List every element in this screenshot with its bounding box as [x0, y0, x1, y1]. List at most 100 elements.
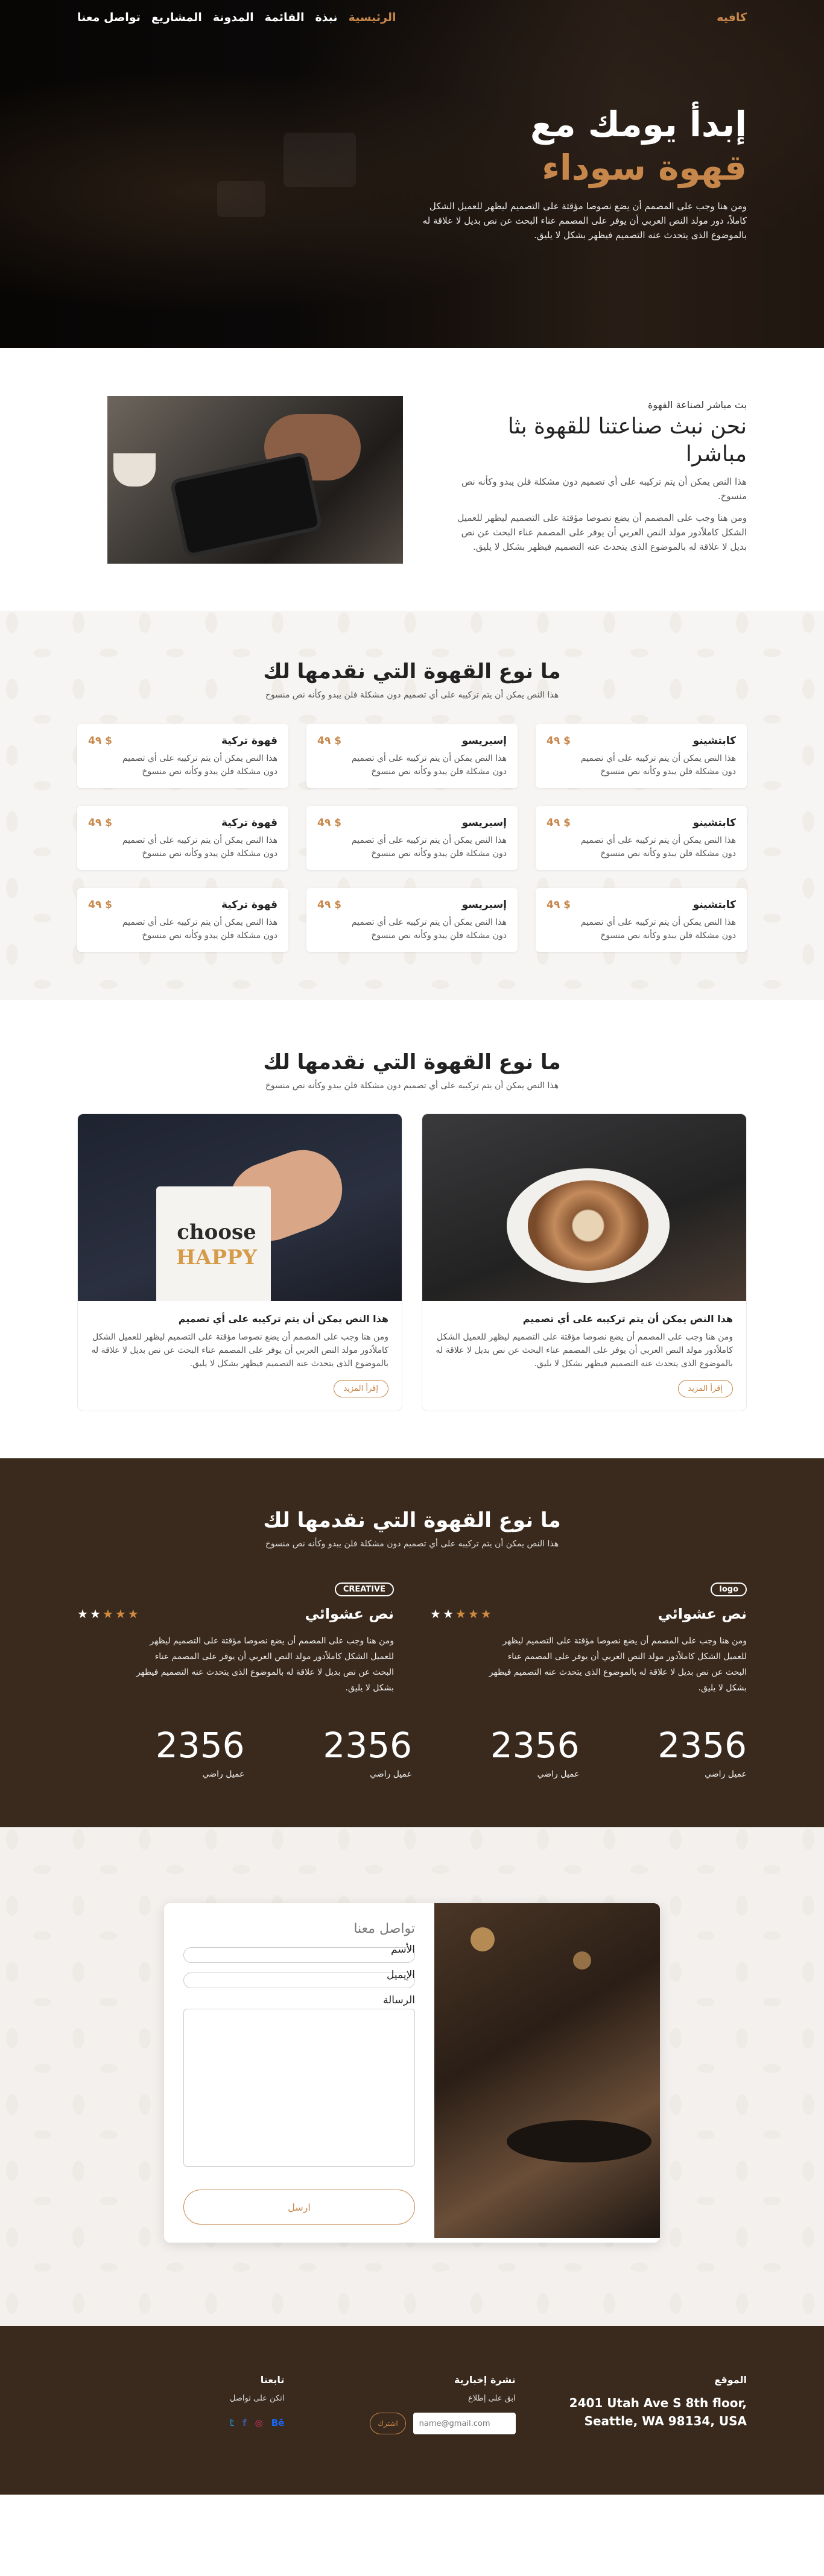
nav-item-projects[interactable]: المشاريع	[151, 11, 202, 24]
table-shape	[507, 2120, 651, 2162]
stat-counter: 2356 عميل راضي	[412, 1726, 580, 1779]
newsletter-text: ابق على إطلاع	[467, 2394, 516, 2403]
star-icon: ★	[442, 1607, 454, 1621]
social-links: 𝕥 f ◎ Bē	[77, 2417, 285, 2428]
footer-location: الموقع 2401 Utah Ave S 8th floor, Seattl…	[540, 2374, 747, 2434]
coffee-price: 4٩ $	[547, 735, 571, 747]
nav-item-about[interactable]: نبذة	[315, 11, 337, 24]
coffee-name: قهوة تركية	[221, 817, 277, 829]
footer-heading: الموقع	[714, 2374, 747, 2385]
message-field[interactable]	[183, 2009, 415, 2167]
coffee-name: قهوة تركية	[221, 735, 277, 747]
coffee-card[interactable]: قهوة تركية 4٩ $ هذا النص يمكن أن يتم تركيب…	[77, 888, 288, 952]
star-icon: ★	[89, 1607, 101, 1621]
nav-item-contact[interactable]: تواصل معنا	[77, 11, 141, 24]
testimonial: CREATIVE نص عشوائي ★ ★ ★ ★ ★ ومن هنا وجب على ال…	[77, 1579, 394, 1696]
twitter-icon[interactable]: 𝕥	[230, 2417, 235, 2428]
client-logo: logo	[711, 1582, 747, 1596]
footer: الموقع 2401 Utah Ave S 8th floor, Seattl…	[0, 2326, 824, 2495]
coffee-description: هذا النص يمكن أن يتم تركيبه على أي تصميم…	[351, 918, 507, 940]
nav-item-blog[interactable]: المدونة	[213, 11, 254, 24]
coffee-card[interactable]: كابتشينو 4٩ $ هذا النص يمكن أن يتم تركيبه …	[536, 806, 747, 870]
about-paragraph: هذا النص يمكن أن يتم تركيبه على أي تصميم…	[461, 476, 747, 502]
stat-label: عميل راضي	[537, 1769, 580, 1779]
section-title: ما نوع القهوة التي نقدمها لك	[263, 660, 561, 684]
coffee-name: إسبريسو	[461, 899, 507, 911]
star-icon: ★	[127, 1607, 139, 1621]
newsletter-email-input[interactable]	[413, 2413, 516, 2434]
send-button[interactable]: ارسل	[183, 2190, 415, 2225]
mug-word: choose	[177, 1220, 256, 1244]
hero-description: ومن هنا وجب على المصمم أن يضع نصوصا مؤقت…	[422, 201, 747, 241]
testimonials-section: ما نوع القهوة التي نقدمها لك هذا النص يم…	[0, 1458, 824, 1827]
footer-newsletter: نشرة إخبارية ابق على إطلاع اشترك	[308, 2374, 516, 2434]
email-label: الإيميل	[387, 1969, 415, 1981]
nav-item-home[interactable]: الرئيسية	[349, 11, 396, 24]
mug-image: choose HAPPY	[78, 1114, 402, 1301]
coffee-types-grid: كابتشينو 4٩ $ هذا النص يمكن أن يتم تركيبه …	[77, 724, 747, 952]
coffee-name: كابتشينو	[692, 817, 736, 829]
hero-section: كافيه الرئيسية نبذة القائمة المدونة المش…	[0, 0, 824, 348]
footer-follow: تابعنا اتكن على تواصل 𝕥 f ◎ Bē	[77, 2374, 285, 2434]
coffee-name: قهوة تركية	[221, 899, 277, 911]
rating-stars: ★ ★ ★ ★ ★	[430, 1607, 492, 1621]
read-more-button[interactable]: إقرأ المزيد	[333, 1380, 388, 1397]
testimonials-grid: logo نص عشوائي ★ ★ ★ ★ ★ ومن هنا وجب على المصمم…	[77, 1579, 747, 1696]
section-subtitle: هذا النص يمكن أن يتم تركيبه على أي تصميم…	[265, 1081, 559, 1091]
coffee-card[interactable]: إسبريسو 4٩ $ هذا النص يمكن أن يتم تركيبه ع…	[306, 724, 518, 788]
coffee-price: 4٩ $	[317, 817, 341, 829]
mug-word-accent: HAPPY	[176, 1245, 257, 1270]
coffee-name: كابتشينو	[692, 899, 736, 911]
blog-section: ما نوع القهوة التي نقدمها لك هذا النص يم…	[0, 1000, 824, 1458]
coffee-card[interactable]: إسبريسو 4٩ $ هذا النص يمكن أن يتم تركيبه ع…	[306, 888, 518, 952]
lamp-light	[573, 1951, 591, 1970]
about-kicker: بث مباشر لصناعة القهوة	[648, 398, 747, 411]
facebook-icon[interactable]: f	[242, 2417, 247, 2428]
section-title: ما نوع القهوة التي نقدمها لك	[263, 1508, 561, 1532]
star-icon: ★	[480, 1607, 492, 1621]
cup-shape	[113, 453, 156, 487]
stat-number: 2356	[323, 1725, 412, 1766]
post-text: ومن هنا وجب على المصمم أن يضع نصوصا مؤقت…	[91, 1332, 388, 1368]
hero-title-accent: قهوة سوداء	[542, 147, 747, 188]
star-icon: ★	[77, 1607, 88, 1621]
coffee-description: هذا النص يمكن أن يتم تركيبه على أي تصميم…	[351, 754, 507, 776]
section-subtitle: هذا النص يمكن أن يتم تركيبه على أي تصميم…	[265, 690, 559, 700]
coffee-description: هذا النص يمكن أن يتم تركيبه على أي تصميم…	[580, 918, 736, 940]
contact-card: تواصل معنا الأسم الإيميل الرسالة ارسل	[164, 1903, 660, 2243]
brand-logo[interactable]: كافيه	[717, 11, 747, 24]
top-nav: كافيه الرئيسية نبذة القائمة المدونة المش…	[0, 11, 824, 24]
coffee-card[interactable]: كابتشينو 4٩ $ هذا النص يمكن أن يتم تركيبه …	[536, 724, 747, 788]
nav-item-menu[interactable]: القائمة	[265, 11, 305, 24]
star-icon: ★	[115, 1607, 126, 1621]
subscribe-button[interactable]: اشترك	[370, 2413, 406, 2434]
instagram-icon[interactable]: ◎	[255, 2417, 263, 2428]
about-paragraph: ومن هنا وجب على المصمم أن يضع نصوصا مؤقت…	[457, 512, 747, 552]
cafe-interior-image	[434, 1903, 660, 2238]
coffee-description: هذا النص يمكن أن يتم تركيبه على أي تصميم…	[122, 754, 277, 776]
coffee-card[interactable]: قهوة تركية 4٩ $ هذا النص يمكن أن يتم تركيب…	[77, 806, 288, 870]
post-title: هذا النص يمكن أن يتم تركيبه على أي تصميم	[522, 1313, 733, 1324]
star-icon: ★	[430, 1607, 441, 1621]
coffee-price: 4٩ $	[88, 899, 112, 911]
coffee-types-section: ما نوع القهوة التي نقدمها لك هذا النص يم…	[0, 611, 824, 1000]
nav-menu: الرئيسية نبذة القائمة المدونة المشاريع ت…	[77, 11, 396, 24]
footer-heading: نشرة إخبارية	[454, 2374, 516, 2385]
coffee-description: هذا النص يمكن أن يتم تركيبه على أي تصميم…	[580, 836, 736, 858]
coffee-card[interactable]: قهوة تركية 4٩ $ هذا النص يمكن أن يتم تركيب…	[77, 724, 288, 788]
coffee-card[interactable]: كابتشينو 4٩ $ هذا النص يمكن أن يتم تركيبه …	[536, 888, 747, 952]
star-icon: ★	[467, 1607, 479, 1621]
testimonial-name: نص عشوائي	[305, 1605, 395, 1622]
stats-row: 2356 عميل راضي 2356 عميل راضي 2356 عميل راضي 2…	[77, 1726, 747, 1779]
read-more-button[interactable]: إقرأ المزيد	[677, 1380, 733, 1397]
coffee-price: 4٩ $	[317, 735, 341, 747]
about-title: نحن نبث صناعتنا للقهوة بثا مباشرا	[507, 414, 747, 467]
tablet-shape	[173, 455, 319, 554]
lamp-light	[471, 1927, 495, 1951]
coffee-name: إسبريسو	[461, 817, 507, 829]
latte-art-image	[422, 1114, 746, 1301]
stat-label: عميل راضي	[370, 1769, 412, 1779]
hero-frame-decor	[217, 181, 265, 217]
coffee-card[interactable]: إسبريسو 4٩ $ هذا النص يمكن أن يتم تركيبه ع…	[306, 806, 518, 870]
behance-icon[interactable]: Bē	[271, 2417, 285, 2428]
